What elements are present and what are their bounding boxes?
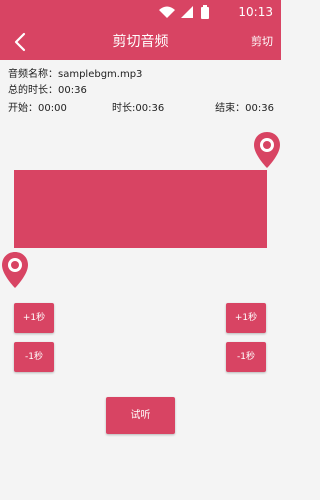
length-time: 时长:00:36 [112, 102, 164, 116]
start-value: 00:00 [38, 103, 67, 114]
status-time: 10:13 [238, 5, 273, 19]
start-plus-1s-button[interactable]: +1秒 [14, 303, 54, 333]
page-title: 剪切音频 [112, 34, 169, 50]
end-value: 00:36 [245, 103, 274, 114]
end-label: 结束： [215, 103, 246, 114]
start-minus-1s-button[interactable]: -1秒 [14, 342, 54, 372]
end-handle-pin-icon[interactable] [252, 130, 282, 170]
length-value: 00:36 [135, 103, 165, 114]
end-time: 结束：00:36 [215, 102, 274, 116]
audio-selection-range[interactable] [14, 170, 267, 248]
status-icons [159, 5, 209, 19]
total-duration-label: 总的时长： [8, 85, 58, 96]
start-label: 开始： [8, 103, 38, 114]
end-minus-1s-button[interactable]: -1秒 [226, 342, 266, 372]
audio-name-label: 音频名称： [8, 69, 58, 80]
start-time: 开始：00:00 [8, 102, 67, 116]
try-listen-button[interactable]: 试听 [106, 397, 175, 434]
total-duration-row: 总的时长：00:36 [8, 84, 276, 98]
battery-icon [201, 5, 209, 19]
signal-icon [181, 6, 193, 18]
toolbar: 剪切音频 剪切 [0, 24, 281, 60]
audio-name-row: 音频名称：samplebgm.mp3 [8, 68, 276, 82]
status-bar: 10:13 [0, 0, 281, 24]
length-label: 时长: [112, 103, 136, 114]
start-handle-pin-icon[interactable] [0, 250, 30, 290]
audio-name-value: samplebgm.mp3 [58, 69, 143, 80]
wifi-icon [159, 6, 175, 18]
total-duration-value: 00:36 [58, 85, 87, 96]
cut-button[interactable]: 剪切 [251, 34, 273, 50]
end-plus-1s-button[interactable]: +1秒 [226, 303, 266, 333]
